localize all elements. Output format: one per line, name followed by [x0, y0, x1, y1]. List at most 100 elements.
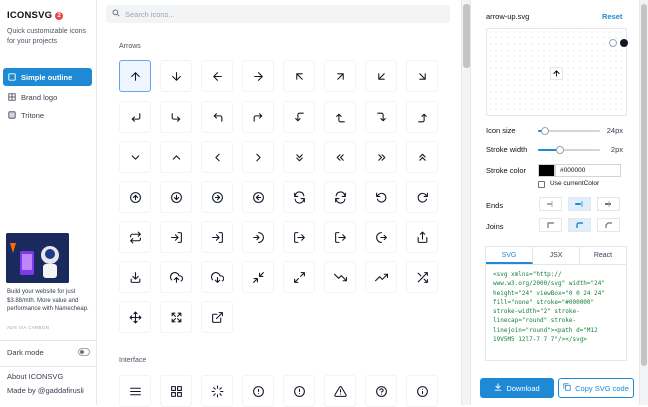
- icon-tile-arrow-right[interactable]: [242, 60, 274, 92]
- nav-item-tritone[interactable]: Tritone: [3, 106, 92, 124]
- icon-tile-arrow-up-left[interactable]: [283, 60, 315, 92]
- icon-tile-circle-arrow-right[interactable]: [201, 181, 233, 213]
- dark-background-swatch[interactable]: [620, 39, 628, 47]
- icon-tile-rotate-cw[interactable]: [406, 181, 438, 213]
- icon-tile-arrow-down[interactable]: [160, 60, 192, 92]
- icon-tile-alert-circle[interactable]: [242, 375, 274, 407]
- icon-tile-circle-arrow-left[interactable]: [242, 181, 274, 213]
- icon-tile-circle-enter[interactable]: [242, 221, 274, 253]
- icon-tile-log-in[interactable]: [201, 221, 233, 253]
- circle-arrow-right-icon: [211, 191, 223, 203]
- scrollbar-thumb[interactable]: [641, 4, 647, 366]
- circle-arrow-down-icon: [170, 191, 182, 203]
- tab-jsx[interactable]: JSX: [533, 247, 580, 264]
- icon-tile-download[interactable]: [119, 261, 151, 293]
- icon-tile-chevron-down[interactable]: [119, 141, 151, 173]
- stroke-color-input[interactable]: #000000: [555, 164, 621, 177]
- joins-miter-button[interactable]: [539, 218, 562, 232]
- icon-tile-alert-circle-2[interactable]: [283, 375, 315, 407]
- ad-text[interactable]: Build your website for just $3.88/mth. M…: [7, 288, 93, 314]
- icon-tile-log-out[interactable]: [324, 221, 356, 253]
- use-current-color-checkbox[interactable]: [538, 181, 545, 188]
- svg-code-block[interactable]: <svg xmlns="http:// www.w3.org/2000/svg"…: [485, 264, 627, 361]
- icon-tile-chevron-up[interactable]: [160, 141, 192, 173]
- ad-image[interactable]: [6, 233, 69, 283]
- icon-tile-alert-triangle[interactable]: [324, 375, 356, 407]
- icon-tile-circle-arrow-down[interactable]: [160, 181, 192, 213]
- icon-tile-shuffle[interactable]: [406, 261, 438, 293]
- version-badge: 2: [55, 12, 64, 20]
- icon-tile-trending-up[interactable]: [365, 261, 397, 293]
- arrow-down-icon: [171, 71, 181, 81]
- ends-square-button[interactable]: [597, 197, 620, 211]
- icon-tile-corner-down-right[interactable]: [160, 101, 192, 133]
- ends-butt-button[interactable]: [539, 197, 562, 211]
- stroke-color-swatch[interactable]: [538, 164, 555, 177]
- nav-item-brand-logo[interactable]: Brand logo: [3, 88, 92, 106]
- icon-tile-corner-right-down[interactable]: [365, 101, 397, 133]
- icon-tile-corner-left-down[interactable]: [283, 101, 315, 133]
- icon-tile-grid[interactable]: [160, 375, 192, 407]
- light-background-swatch[interactable]: [609, 39, 617, 47]
- joins-bevel-button[interactable]: [597, 218, 620, 232]
- icon-tile-corner-up-right[interactable]: [242, 101, 274, 133]
- icon-tile-chevrons-left[interactable]: [324, 141, 356, 173]
- icon-tile-share-up[interactable]: [406, 221, 438, 253]
- icon-tile-corner-up-left[interactable]: [201, 101, 233, 133]
- ad-via-label[interactable]: ADS VIA CARBON: [7, 325, 49, 330]
- stroke-width-slider[interactable]: [538, 145, 600, 155]
- icon-tile-refresh-ccw[interactable]: [283, 181, 315, 213]
- icon-tile-log-out-right[interactable]: [283, 221, 315, 253]
- icon-tile-menu[interactable]: [119, 375, 151, 407]
- icon-tile-chevron-right[interactable]: [242, 141, 274, 173]
- icon-tile-chevron-left[interactable]: [201, 141, 233, 173]
- icon-tile-trending-down[interactable]: [324, 261, 356, 293]
- scrollbar-thumb[interactable]: [463, 4, 470, 68]
- tab-react[interactable]: React: [580, 247, 626, 264]
- icon-tile-repeat[interactable]: [119, 221, 151, 253]
- app-logo[interactable]: ICONSVG 2: [7, 10, 64, 21]
- download-button[interactable]: Download: [480, 378, 554, 398]
- icon-tile-arrow-up[interactable]: [119, 60, 151, 92]
- icon-tile-cloud-upload[interactable]: [160, 261, 192, 293]
- trending-down-icon: [333, 273, 347, 281]
- dark-mode-toggle[interactable]: [78, 348, 90, 356]
- icon-tile-cloud-download[interactable]: [201, 261, 233, 293]
- icon-tile-arrow-up-right[interactable]: [324, 60, 356, 92]
- panel-scrollbar[interactable]: [639, 0, 648, 405]
- icon-tile-info[interactable]: [406, 375, 438, 407]
- icon-tile-expand[interactable]: [160, 301, 192, 333]
- icon-tile-corner-left-up[interactable]: [324, 101, 356, 133]
- icon-tile-help-circle[interactable]: [365, 375, 397, 407]
- dark-mode-label: Dark mode: [7, 348, 44, 357]
- copy-svg-button[interactable]: Copy SVG code: [558, 378, 634, 398]
- icon-tile-maximize[interactable]: [283, 261, 315, 293]
- icon-tile-log-in-right[interactable]: [160, 221, 192, 253]
- icon-size-slider[interactable]: [538, 126, 600, 136]
- arrow-up-left-icon: [295, 72, 303, 80]
- icon-tile-chevrons-down[interactable]: [283, 141, 315, 173]
- about-link[interactable]: About ICONSVG: [7, 372, 63, 381]
- icon-tile-external-link[interactable]: [201, 301, 233, 333]
- tab-svg[interactable]: SVG: [486, 247, 533, 264]
- icon-tile-move[interactable]: [119, 301, 151, 333]
- main-scrollbar[interactable]: [461, 0, 471, 405]
- icon-tile-circle-arrow-up[interactable]: [119, 181, 151, 213]
- icon-tile-arrow-left[interactable]: [201, 60, 233, 92]
- icon-tile-circle-exit[interactable]: [365, 221, 397, 253]
- icon-tile-loader[interactable]: [201, 375, 233, 407]
- made-by-link[interactable]: Made by @gaddafirusli: [7, 386, 84, 395]
- icon-tile-minimize[interactable]: [242, 261, 274, 293]
- icon-tile-rotate-ccw[interactable]: [365, 181, 397, 213]
- icon-tile-arrow-down-right[interactable]: [406, 60, 438, 92]
- reset-button[interactable]: Reset: [602, 12, 622, 21]
- icon-tile-corner-right-up[interactable]: [406, 101, 438, 133]
- icon-tile-refresh-cw[interactable]: [324, 181, 356, 213]
- ends-round-button[interactable]: [568, 197, 591, 211]
- icon-tile-corner-down-left[interactable]: [119, 101, 151, 133]
- nav-item-simple-outline[interactable]: Simple outline: [3, 68, 92, 86]
- joins-round-button[interactable]: [568, 218, 591, 232]
- icon-tile-chevrons-up[interactable]: [406, 141, 438, 173]
- icon-tile-arrow-down-left[interactable]: [365, 60, 397, 92]
- icon-tile-chevrons-right[interactable]: [365, 141, 397, 173]
